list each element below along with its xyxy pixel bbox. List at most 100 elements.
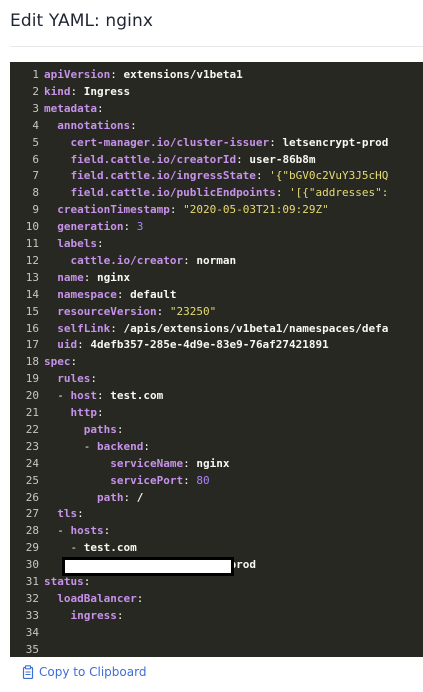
yaml-key: http [70,406,98,419]
editor-line[interactable]: 25 servicePort: 80 [10,472,423,489]
yaml-punct [44,271,57,284]
yaml-key: ingress [70,608,117,622]
editor-line[interactable]: 26 path: / [10,489,423,506]
yaml-punct: : [183,456,197,470]
editor-line[interactable]: 14 namespace: default [10,286,423,303]
yaml-punct: : [77,507,84,521]
line-number: 2 [32,84,39,98]
line-number: 18 [25,355,39,369]
yaml-punct: - [44,541,84,555]
editor-line[interactable]: 24 serviceName: nginx [10,455,423,472]
editor-line[interactable]: 11 labels: [10,235,423,252]
line-number: 27 [25,507,39,521]
editor-line[interactable]: 15 resourceVersion: "23250" [10,303,423,320]
editor-line[interactable]: 23 - backend: [10,438,423,455]
editor-line[interactable]: 6 field.cattle.io/creatorId: user-86b8m [10,151,423,168]
yaml-key: host [70,389,98,403]
editor-line[interactable]: 32 loadBalancer: [10,590,423,607]
yaml-punct: : [183,253,197,267]
yaml-key: hosts [70,524,104,538]
yaml-key: field.cattle.io/ingressState [70,169,256,183]
yaml-value: extensions/v1beta1 [123,68,243,81]
yaml-value: "2020-05-03T21:09:29Z" [183,203,329,217]
yaml-key: paths [83,422,117,436]
editor-line[interactable]: 5 cert-manager.io/cluster-issuer: letsen… [10,134,423,151]
line-number: 8 [32,186,39,200]
editor-line[interactable]: 16 selfLink: /apis/extensions/v1beta1/na… [10,320,423,337]
yaml-punct: : [83,270,97,284]
yaml-punct: : [110,321,124,335]
line-number: 16 [25,321,39,335]
yaml-punct [44,119,57,132]
editor-line[interactable]: 17 uid: 4defb357-285e-4d9e-83e9-76af2742… [10,336,423,353]
editor-line[interactable]: 8 field.cattle.io/publicEndpoints: '[{"a… [10,184,423,201]
yaml-key: path [96,490,124,504]
yaml-punct [44,507,57,520]
editor-line[interactable]: 20 - host: test.com [10,387,423,404]
yaml-key: field.cattle.io/publicEndpoints [70,186,276,200]
yaml-value: default [130,287,177,301]
editor-line[interactable]: 19 rules: [10,370,423,387]
yaml-punct: : [123,490,137,504]
yaml-punct: : [116,287,131,301]
yaml-punct [44,491,97,504]
editor-line[interactable]: 9 creationTimestamp: "2020-05-03T21:09:2… [10,201,423,218]
editor-line[interactable]: 18 spec: [10,353,423,370]
yaml-punct [44,372,57,385]
line-number: 22 [25,422,39,436]
yaml-punct [44,169,71,182]
editor-line[interactable]: 10 generation: 3 [10,218,423,235]
yaml-value: 4defb357-285e-4d9e-83e9-76af27421891 [90,338,329,352]
yaml-key: serviceName [110,456,184,470]
editor-line[interactable]: 33 ingress: [10,607,423,624]
yaml-value: "23250" [169,304,217,318]
line-number: 35 [25,642,39,656]
editor-line[interactable]: 1 apiVersion: extensions/v1beta1 [10,66,423,83]
yaml-punct: - [44,389,71,403]
line-number: 13 [25,270,39,284]
line-number: 19 [25,372,39,386]
yaml-value: norman [196,253,237,267]
editor-line[interactable]: 29 - test.com [10,539,423,556]
yaml-key: resourceVersion [57,304,157,318]
yaml-punct [44,288,57,301]
copy-to-clipboard-button[interactable]: Copy to Clipboard [22,663,146,681]
copy-to-clipboard-label: Copy to Clipboard [39,665,147,679]
editor-line[interactable]: 27 tls: [10,505,423,522]
editor-line[interactable]: 13 name: nginx [10,269,423,286]
line-number: 4 [32,118,39,132]
yaml-key: tls [57,507,78,521]
editor-line[interactable]: 3 metadata: [10,100,423,117]
yaml-punct [44,220,57,233]
yaml-punct: : [269,135,283,149]
yaml-punct [44,186,71,199]
editor-line[interactable]: 35 [10,641,423,657]
yaml-key: spec [44,355,71,369]
line-number: 21 [25,406,39,419]
yaml-punct [44,338,57,351]
editor-line[interactable]: 34 [10,624,423,641]
yaml-punct [44,609,71,622]
editor-line[interactable]: 28 - hosts: [10,522,423,539]
editor-line[interactable]: 7 field.cattle.io/ingressState: '{"bGV0c… [10,167,423,184]
yaml-key: selfLink [57,321,111,335]
editor-line[interactable]: 22 paths: [10,421,423,438]
yaml-punct [44,136,71,149]
redacted-value [62,557,234,576]
yaml-value: /apis/extensions/v1beta1/namespaces/defa [123,321,389,335]
yaml-punct: : [275,186,290,200]
yaml-punct: : [70,355,78,369]
editor-line[interactable]: 4 annotations: [10,117,423,134]
line-number: 26 [25,490,39,504]
yaml-punct: : [97,389,111,403]
editor-line[interactable]: 21 http: [10,404,423,421]
editor-line[interactable]: 2 kind: Ingress [10,83,423,100]
yaml-value: Ingress [83,84,131,98]
line-number: 30 [25,558,39,572]
yaml-punct [44,305,57,318]
yaml-punct: : [123,220,137,234]
line-number: 20 [25,389,39,403]
editor-line[interactable]: 12 cattle.io/creator: norman [10,252,423,269]
yaml-key: namespace [57,287,117,301]
yaml-key: rules [57,372,91,386]
